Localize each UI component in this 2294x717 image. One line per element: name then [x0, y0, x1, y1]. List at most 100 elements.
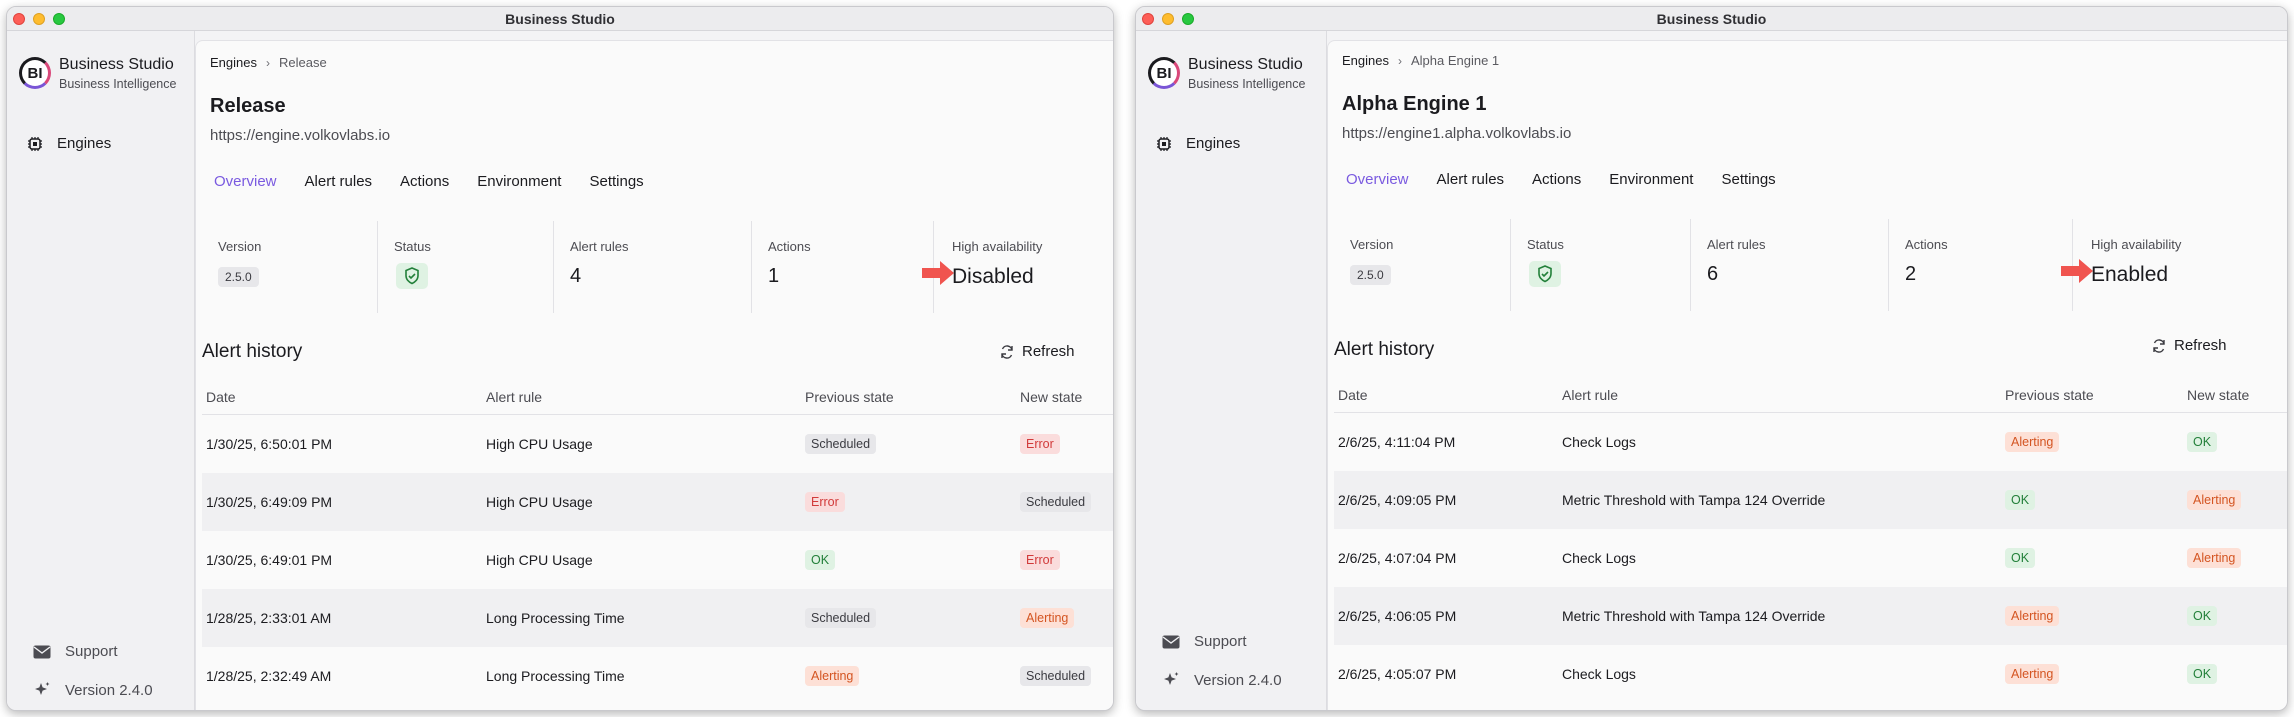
version-info: Version 2.4.0	[1162, 671, 1282, 689]
sparkles-icon	[35, 682, 50, 695]
refresh-icon	[1001, 344, 1013, 359]
status-badge	[1529, 261, 1561, 287]
arrow-right-icon	[2061, 259, 2093, 283]
stats-row: Version 2.5.0 Status Alert rules 6 Actio…	[1334, 219, 2287, 311]
previous-state-badge: Alerting	[2005, 664, 2060, 684]
table-row[interactable]: 2/6/25, 4:11:04 PM Check Logs Alerting O…	[1334, 413, 2287, 471]
breadcrumb: Engines › Release	[210, 55, 327, 70]
row-date: 1/28/25, 2:33:01 AM	[206, 610, 332, 626]
minimize-window-button[interactable]	[1162, 13, 1174, 25]
close-window-button[interactable]	[1142, 13, 1154, 25]
main-panel: Engines › Alpha Engine 1 Alpha Engine 1 …	[1327, 40, 2287, 710]
stat-label: Alert rules	[570, 239, 629, 254]
previous-state-badge: Alerting	[805, 666, 860, 686]
table-row[interactable]: 1/28/25, 2:32:49 AM Long Processing Time…	[202, 647, 1113, 705]
support-label: Support	[65, 643, 118, 660]
new-state-badge: Scheduled	[1020, 666, 1092, 686]
shield-check-icon	[405, 267, 419, 285]
minimize-window-button[interactable]	[33, 13, 45, 25]
stat-label: Status	[394, 239, 431, 254]
table-row[interactable]: 1/28/25, 2:33:01 AM Long Processing Time…	[202, 589, 1113, 647]
window-alpha-engine-1: Business Studio BI Business Studio Busin…	[1135, 6, 2288, 711]
mail-icon	[1162, 635, 1180, 648]
stat-label: Actions	[768, 239, 811, 254]
row-alert-rule: High CPU Usage	[486, 436, 593, 452]
stat-label: High availability	[2091, 237, 2182, 252]
window-release: Business Studio BI Business Studio Busin…	[6, 6, 1114, 711]
window-controls	[1142, 13, 1194, 25]
table-row[interactable]: 2/6/25, 4:05:07 PM Check Logs Alerting O…	[1334, 645, 2287, 703]
tab-actions[interactable]: Actions	[1528, 171, 1591, 188]
stat-high-availability: High availability Disabled	[922, 221, 1113, 313]
close-window-button[interactable]	[13, 13, 25, 25]
sidebar: BI Business Studio Business Intelligence…	[7, 31, 195, 710]
support-link[interactable]: Support	[33, 643, 118, 660]
column-header-new-state: New state	[1020, 388, 1083, 405]
tab-settings[interactable]: Settings	[1717, 171, 1785, 188]
table-header: Date Alert rule Previous state New state	[1334, 377, 2287, 413]
tab-alert-rules[interactable]: Alert rules	[301, 173, 383, 190]
row-date: 2/6/25, 4:06:05 PM	[1338, 608, 1457, 624]
stat-alert-rules: Alert rules 4	[553, 221, 751, 313]
tab-settings[interactable]: Settings	[585, 173, 653, 190]
brand-subtitle: Business Intelligence	[1188, 77, 1306, 91]
sidebar-item-engines[interactable]: Engines	[27, 135, 111, 152]
chip-icon	[1157, 136, 1171, 151]
version-badge: 2.5.0	[1350, 265, 1391, 285]
refresh-label: Refresh	[1022, 343, 1075, 360]
row-date: 1/30/25, 6:49:09 PM	[206, 494, 333, 510]
bi-logo-icon: BI	[1148, 57, 1180, 89]
version-label: Version 2.4.0	[1194, 671, 1282, 689]
brand: BI Business Studio Business Intelligence	[19, 55, 176, 93]
table-row[interactable]: 2/6/25, 4:06:05 PM Metric Threshold with…	[1334, 587, 2287, 645]
version-label: Version 2.4.0	[65, 681, 153, 699]
row-alert-rule: High CPU Usage	[486, 552, 593, 568]
new-state-badge: Scheduled	[1020, 492, 1092, 512]
previous-state-badge: Scheduled	[805, 608, 877, 628]
tab-overview[interactable]: Overview	[1342, 171, 1419, 188]
zoom-window-button[interactable]	[53, 13, 65, 25]
version-badge: 2.5.0	[218, 267, 259, 287]
tab-bar: Overview Alert rules Actions Environment…	[210, 173, 668, 190]
brand-title: Business Studio	[1188, 56, 1303, 73]
table-row[interactable]: 1/30/25, 6:49:01 PM High CPU Usage OK Er…	[202, 531, 1113, 589]
actions-count: 2	[1905, 263, 1917, 285]
alert-rules-count: 4	[570, 265, 582, 287]
window-title: Business Studio	[1656, 11, 1767, 27]
refresh-button[interactable]: Refresh	[1000, 343, 1075, 360]
title-bar: Business Studio	[7, 7, 1113, 31]
tab-environment[interactable]: Environment	[473, 173, 571, 190]
stat-label: Version	[1350, 237, 1394, 252]
new-state-badge: OK	[2187, 664, 2218, 684]
high-availability-value: Enabled	[2091, 263, 2169, 286]
tab-alert-rules[interactable]: Alert rules	[1433, 171, 1515, 188]
stat-alert-rules: Alert rules 6	[1690, 219, 1888, 311]
table-row[interactable]: 1/30/25, 6:49:09 PM High CPU Usage Error…	[202, 473, 1113, 531]
mail-icon	[33, 645, 51, 658]
new-state-badge: OK	[2187, 432, 2218, 452]
breadcrumb-engines-link[interactable]: Engines	[1342, 53, 1389, 68]
refresh-button[interactable]: Refresh	[2152, 337, 2227, 354]
zoom-window-button[interactable]	[1182, 13, 1194, 25]
table-row[interactable]: 1/30/25, 6:50:01 PM High CPU Usage Sched…	[202, 415, 1113, 473]
breadcrumb-engines-link[interactable]: Engines	[210, 55, 257, 70]
table-row[interactable]: 2/6/25, 4:09:05 PM Metric Threshold with…	[1334, 471, 2287, 529]
support-link[interactable]: Support	[1162, 633, 1247, 650]
row-date: 1/30/25, 6:50:01 PM	[206, 436, 333, 452]
previous-state-badge: OK	[2005, 490, 2036, 510]
tab-actions[interactable]: Actions	[396, 173, 459, 190]
table-row[interactable]: 2/6/25, 4:07:04 PM Check Logs OK Alertin…	[1334, 529, 2287, 587]
row-alert-rule: High CPU Usage	[486, 494, 593, 510]
page-title: Release	[210, 95, 286, 117]
new-state-badge: Alerting	[1020, 608, 1075, 628]
tab-overview[interactable]: Overview	[210, 173, 287, 190]
high-availability-value: Disabled	[952, 265, 1034, 288]
bi-logo-icon: BI	[19, 57, 51, 89]
page-title: Alpha Engine 1	[1342, 93, 1487, 115]
stats-row: Version 2.5.0 Status Alert rules 4 Actio…	[202, 221, 1113, 313]
sidebar-item-engines[interactable]: Engines	[1156, 135, 1240, 152]
brand-subtitle: Business Intelligence	[59, 77, 177, 91]
row-alert-rule: Long Processing Time	[486, 668, 625, 684]
row-date: 2/6/25, 4:11:04 PM	[1338, 434, 1456, 450]
tab-environment[interactable]: Environment	[1605, 171, 1703, 188]
